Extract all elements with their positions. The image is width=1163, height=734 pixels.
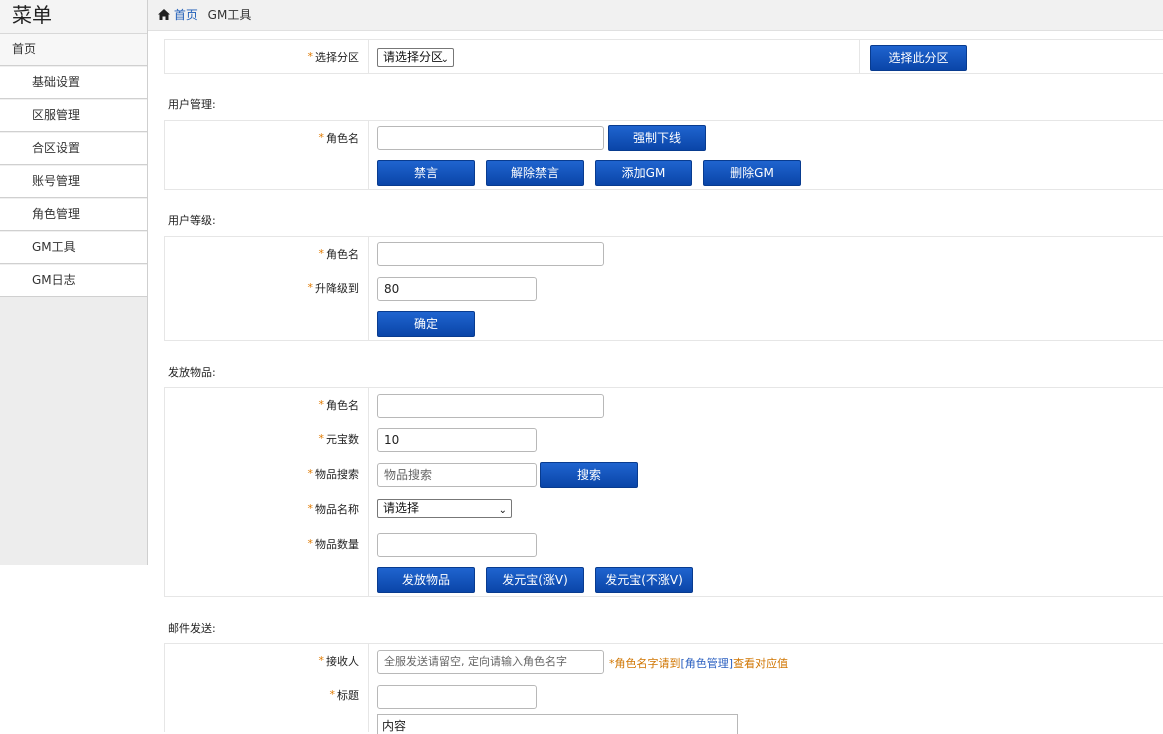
user-level-row-role: * 角色名	[164, 236, 1163, 271]
mail-row-subject: * 标题	[164, 677, 1163, 713]
add-gm-button[interactable]: 添加GM	[595, 160, 692, 186]
breadcrumb-bar: 首页 GM工具	[148, 0, 1163, 31]
sidebar-item-role-management[interactable]: 角色管理	[0, 198, 147, 231]
mail-title: 邮件发送:	[168, 622, 216, 635]
zone-select[interactable]: 请选择分区 ⌄	[377, 48, 454, 67]
user-level-role-input[interactable]	[377, 242, 604, 266]
items-role-input[interactable]	[377, 394, 604, 418]
confirm-button[interactable]: 确定	[377, 311, 475, 337]
receiver-note: *角色名字请到[角色管理]查看对应值	[609, 657, 789, 670]
item-qty-label: 物品数量	[315, 537, 359, 551]
ingot-label: 元宝数	[326, 432, 359, 446]
receiver-input[interactable]: 全服发送请留空, 定向请输入角色名字	[377, 650, 604, 674]
chevron-down-icon: ⌄	[498, 505, 507, 516]
search-button[interactable]: 搜索	[540, 462, 638, 488]
send-items-title: 发放物品:	[168, 366, 216, 379]
items-row-search: * 物品搜索	[164, 456, 1163, 492]
breadcrumb-current: GM工具	[207, 8, 252, 22]
sidebar-item-account-management[interactable]: 账号管理	[0, 165, 147, 198]
sidebar-item-server-management[interactable]: 区服管理	[0, 99, 147, 132]
sidebar-item-home[interactable]: 首页	[0, 34, 147, 66]
role-name-label: 角色名	[326, 398, 359, 412]
force-offline-button[interactable]: 强制下线	[608, 125, 706, 151]
items-row-name: * 物品名称	[164, 491, 1163, 527]
user-level-title: 用户等级:	[168, 214, 216, 227]
receiver-label: 接收人	[326, 654, 359, 668]
send-ingot-no-vip-button[interactable]: 发元宝(不涨V)	[595, 567, 693, 593]
unmute-button[interactable]: 解除禁言	[486, 160, 584, 186]
item-name-select[interactable]: 请选择 ⌄	[377, 499, 512, 518]
user-management-title: 用户管理:	[168, 98, 216, 111]
items-row-qty: * 物品数量	[164, 526, 1163, 562]
item-qty-input[interactable]	[377, 533, 537, 557]
sidebar: 菜单 首页 基础设置 区服管理 合区设置 账号管理 角色管理 GM工具 GM日志	[0, 0, 148, 565]
role-name-label: 角色名	[326, 247, 359, 261]
items-row-role: * 角色名	[164, 387, 1163, 422]
send-items-button[interactable]: 发放物品	[377, 567, 475, 593]
mute-button[interactable]: 禁言	[377, 160, 475, 186]
item-search-input[interactable]: 物品搜索	[377, 463, 537, 487]
level-input[interactable]: 80	[377, 277, 537, 301]
remove-gm-button[interactable]: 删除GM	[703, 160, 801, 186]
sidebar-item-merge-settings[interactable]: 合区设置	[0, 132, 147, 165]
zone-row: * 选择分区	[164, 39, 1163, 74]
subject-input[interactable]	[377, 685, 537, 709]
items-row-ingot: * 元宝数	[164, 421, 1163, 457]
ingot-input[interactable]: 10	[377, 428, 537, 452]
content-textarea[interactable]: 内容	[377, 714, 738, 734]
breadcrumb: 首页 GM工具	[158, 6, 251, 23]
select-zone-button[interactable]: 选择此分区	[870, 45, 967, 71]
item-name-label: 物品名称	[315, 502, 359, 516]
role-management-link[interactable]: [角色管理]	[681, 657, 734, 670]
item-search-label: 物品搜索	[315, 467, 359, 481]
menu-title: 菜单	[0, 0, 147, 34]
user-level-row-confirm	[164, 305, 1163, 341]
send-ingot-vip-button[interactable]: 发元宝(涨V)	[486, 567, 584, 593]
zone-label: * 选择分区	[165, 40, 369, 73]
level-label: 升降级到	[315, 281, 359, 295]
subject-label: 标题	[337, 688, 359, 702]
breadcrumb-home-link[interactable]: 首页	[174, 8, 198, 22]
sidebar-item-gm-log[interactable]: GM日志	[0, 264, 147, 297]
sidebar-item-basic-settings[interactable]: 基础设置	[0, 66, 147, 99]
chevron-down-icon: ⌄	[440, 54, 449, 65]
home-icon	[158, 9, 170, 20]
role-name-label: 角色名	[326, 131, 359, 145]
user-mgmt-role-input[interactable]	[377, 126, 604, 150]
user-level-row-level: * 升降级到	[164, 270, 1163, 306]
sidebar-item-gm-tools[interactable]: GM工具	[0, 231, 147, 264]
